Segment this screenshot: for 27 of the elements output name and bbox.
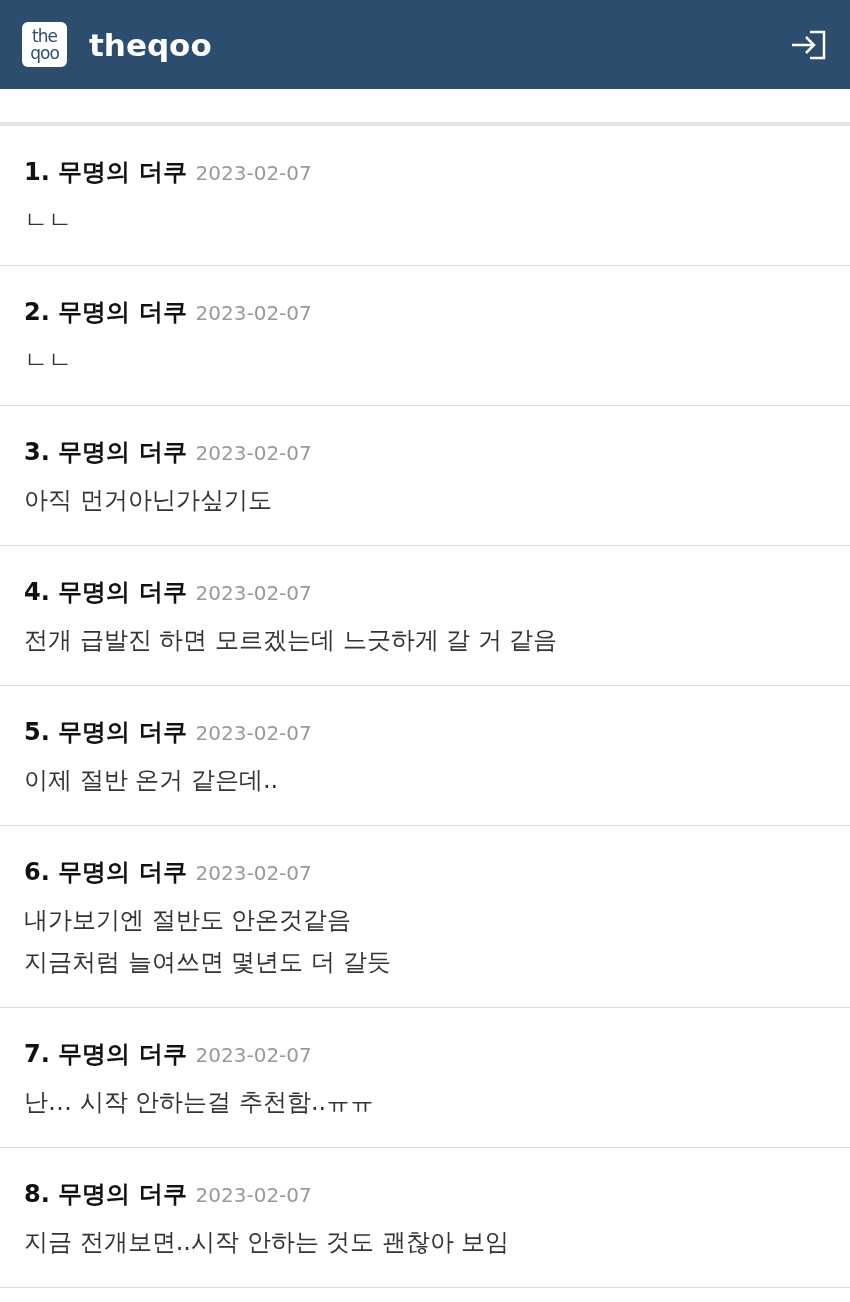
site-title[interactable]: theqoo (89, 26, 790, 63)
comment-text: 전개 급발진 하면 모르겠는데 느긋하게 갈 거 같음 (24, 625, 559, 656)
comment-text: 지금 전개보면..시작 안하는 것도 괜찮아 보임 (24, 1227, 511, 1258)
comment-date: 2023-02-07 (195, 160, 312, 187)
comment-date: 2023-02-07 (195, 300, 312, 327)
comment-author: 1. 무명의 더쿠 (24, 157, 187, 188)
comment-author: 4. 무명의 더쿠 (24, 577, 187, 608)
comment-date: 2023-02-07 (195, 1042, 312, 1069)
comment-date: 2023-02-07 (195, 440, 312, 467)
comment-date: 2023-02-07 (195, 860, 312, 887)
comment-text: 내가보기엔 절반도 안온것같음 지금처럼 늘여쓰면 몇년도 더 갈듯 (24, 905, 392, 978)
comment-text: ㄴㄴ (24, 205, 73, 236)
login-icon[interactable] (790, 28, 828, 61)
comment-text: ㄴㄴ (24, 345, 73, 376)
logo[interactable]: the qoo (22, 22, 67, 67)
comment-text: 이제 절반 온거 같은데.. (24, 765, 280, 796)
comment-author: 5. 무명의 더쿠 (24, 717, 187, 748)
comment-text: 난… 시작 안하는걸 추천함..ㅠㅠ (24, 1087, 376, 1118)
comment-author: 7. 무명의 더쿠 (24, 1039, 187, 1070)
comment-author: 2. 무명의 더쿠 (24, 297, 187, 328)
comment-author: 8. 무명의 더쿠 (24, 1179, 187, 1210)
comment-date: 2023-02-07 (195, 720, 312, 747)
comment-date: 2023-02-07 (195, 580, 312, 607)
comment-text: 아직 먼거아닌가싶기도 (24, 485, 273, 516)
comment-date: 2023-02-07 (195, 1182, 312, 1209)
comment-author: 3. 무명의 더쿠 (24, 437, 187, 468)
comment-author: 6. 무명의 더쿠 (24, 857, 187, 888)
